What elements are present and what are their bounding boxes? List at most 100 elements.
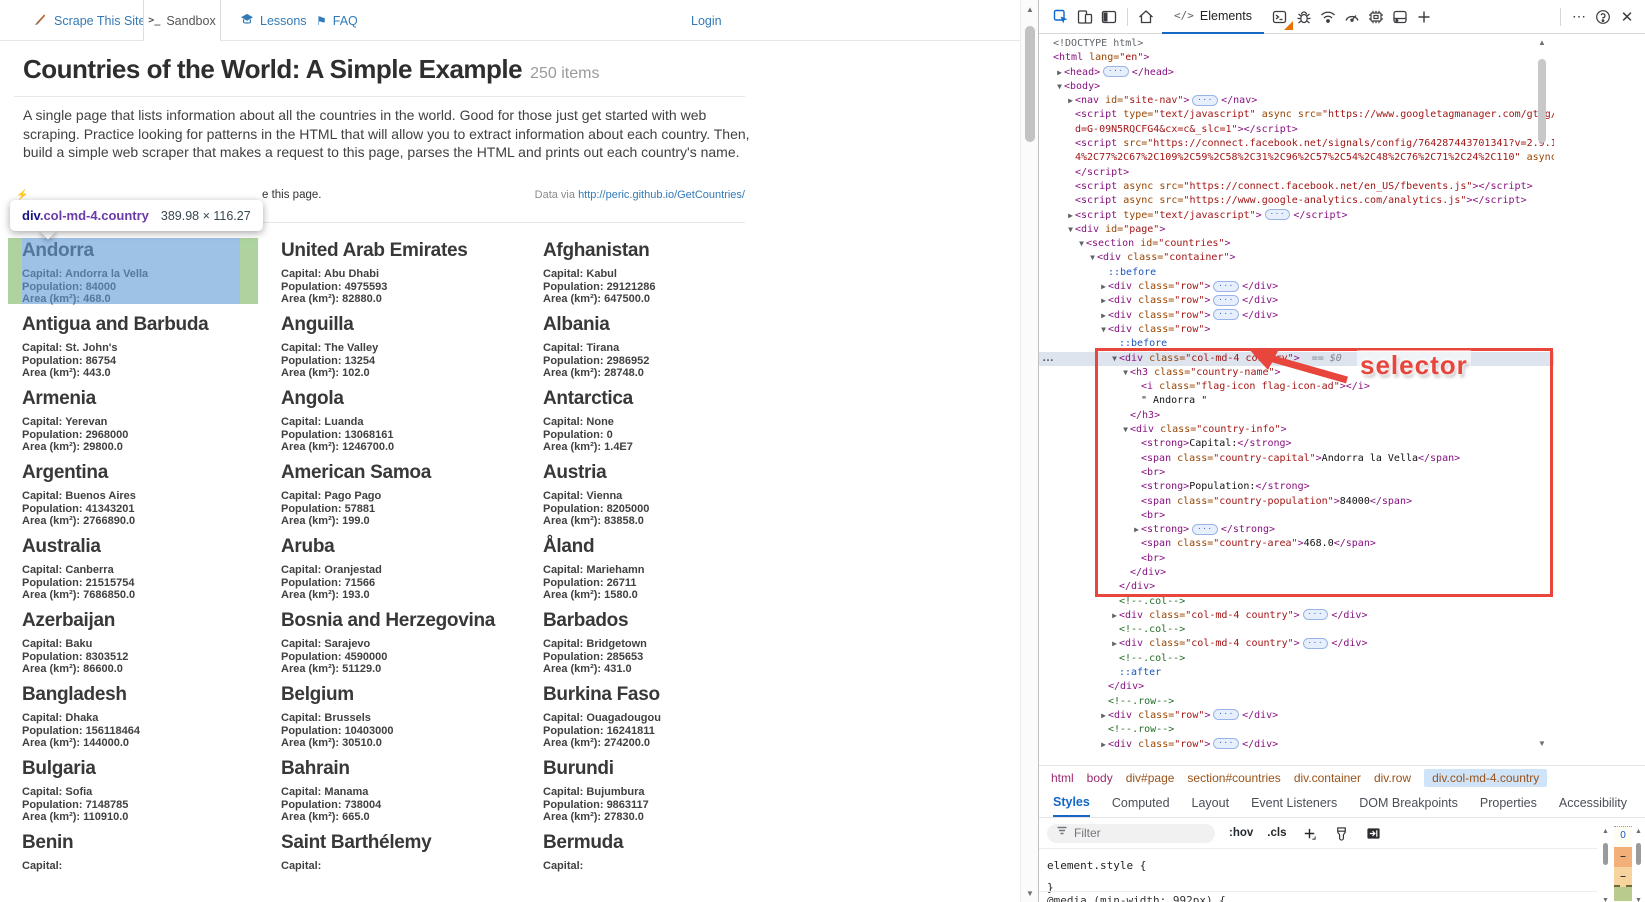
dom-tree-node[interactable]: </h3> [1039,409,1554,423]
scroll-down-icon[interactable]: ▼ [1599,897,1612,902]
breadcrumb-item[interactable]: div.container [1294,771,1361,785]
dom-tree-node[interactable]: ▼<section id="countries"> [1039,237,1554,251]
dom-tree-node[interactable]: <!--.col--> [1039,595,1554,609]
dom-tree-node[interactable]: ▶<div class="row">···</div> [1039,309,1554,323]
scrollbar-thumb[interactable] [1025,26,1035,142]
dom-tree-node[interactable]: </div> [1039,580,1554,594]
breadcrumb-item[interactable]: div.row [1374,771,1411,785]
scroll-down-icon[interactable]: ▼ [1633,897,1644,902]
dom-tree-node[interactable]: " Andorra " [1039,394,1554,408]
dom-tree-node[interactable]: <strong>Population:</strong> [1039,480,1554,494]
add-tab-icon[interactable] [1412,5,1436,29]
scrollbar-thumb[interactable] [1636,843,1641,865]
data-source-link[interactable]: http://peric.github.io/GetCountries/ [578,189,745,201]
dom-tree-node[interactable]: ▶<div class="col-md-4 country">···</div> [1039,609,1554,623]
dom-tree-node[interactable]: <span class="country-population">84000</… [1039,495,1554,509]
scroll-up-icon[interactable]: ▲ [1599,828,1612,835]
page-scrollbar[interactable]: ▲ ▼ [1020,0,1038,902]
new-style-rule-icon[interactable] [1300,824,1318,842]
scroll-down-icon[interactable]: ▼ [1021,889,1039,898]
panel-tab[interactable]: DOM Breakpoints [1359,789,1458,817]
scroll-up-icon[interactable]: ▲ [1535,38,1549,47]
dom-tree-node[interactable]: ::before [1039,337,1554,351]
dom-tree-node[interactable]: ::before [1039,266,1554,280]
element-style-rule[interactable]: element.style { [1047,855,1597,877]
dom-tree-node[interactable]: ▶<div class="row">···</div> [1039,294,1554,308]
dom-tree-node[interactable]: <span class="country-capital">Andorra la… [1039,452,1554,466]
dock-layout-icon[interactable] [1097,5,1121,29]
dom-tree-node[interactable]: <br> [1039,552,1554,566]
dom-tree-node[interactable]: <script type="text/javascript" async src… [1039,108,1554,122]
dom-tree-node[interactable]: ▶<div class="col-md-4 country">···</div> [1039,637,1554,651]
dom-tree-node[interactable]: <i class="flag-icon flag-icon-ad"></i> [1039,380,1554,394]
dom-tree-node[interactable]: d=G-09N5RQCFG4&cx=c&_slc=1"></script> [1039,123,1554,137]
styles-scrollbar[interactable]: ▲ ▼ [1599,826,1612,902]
more-options-icon[interactable]: ⋯ [1567,5,1591,29]
panel-tab[interactable]: Styles [1053,789,1090,817]
dom-tree-node[interactable]: <!--.row--> [1039,695,1554,709]
dom-tree-node[interactable]: 4%2C77%2C67%2C109%2C59%2C58%2C31%2C96%2C… [1039,151,1554,165]
scroll-up-icon[interactable]: ▲ [1633,828,1644,835]
scrollbar-thumb[interactable] [1538,59,1546,143]
dom-tree-node[interactable]: <!--.col--> [1039,623,1554,637]
breadcrumb-item[interactable]: html [1051,771,1074,785]
dom-tree-node[interactable]: ▼<div class="col-md-4 country"> == $0 [1039,352,1554,366]
dom-tree-node[interactable]: ▶<script type="text/javascript">···</scr… [1039,209,1554,223]
scroll-down-icon[interactable]: ▼ [1535,739,1549,748]
panel-tab[interactable]: Event Listeners [1251,789,1337,817]
node-menu-dots-icon[interactable] [1042,350,1055,364]
devtools-scrollbar[interactable]: ▲ ▼ [1633,826,1644,902]
nav-link-login[interactable]: Login [691,0,722,41]
panel-tab[interactable]: Accessibility [1559,789,1627,817]
dom-tree-node[interactable]: <br> [1039,466,1554,480]
dom-tree-node[interactable]: ▼<div class="container"> [1039,251,1554,265]
dom-tree-node[interactable]: <html lang="en"> [1039,51,1554,65]
dom-tree-node[interactable]: <span class="country-area">468.0</span> [1039,537,1554,551]
dom-tree-node[interactable]: ▶<strong>···</strong> [1039,523,1554,537]
dom-tree-node[interactable]: </script> [1039,166,1554,180]
breadcrumb-item[interactable]: body [1087,771,1113,785]
help-icon[interactable] [1591,5,1615,29]
dom-tree-node[interactable]: ▶<head>···</head> [1039,66,1554,80]
application-storage-icon[interactable] [1388,5,1412,29]
nav-link-lessons[interactable]: Lessons [240,0,307,41]
dom-tree-node[interactable]: ▼<div class="country-info"> [1039,423,1554,437]
welcome-home-icon[interactable] [1134,5,1158,29]
dom-tree-scrollbar[interactable]: ▲ ▼ [1535,35,1549,751]
tab-elements[interactable]: </> Elements [1162,0,1264,34]
toggle-classes-button[interactable]: .cls [1267,827,1286,839]
inspect-element-icon[interactable] [1049,5,1073,29]
styles-filter-input[interactable]: Filter [1047,824,1215,843]
network-wifi-icon[interactable] [1316,5,1340,29]
nav-tab-sandbox[interactable]: >_ Sandbox [143,0,221,41]
console-icon[interactable] [1268,5,1292,29]
memory-chip-icon[interactable] [1364,5,1388,29]
breadcrumb-item[interactable]: section#countries [1187,771,1280,785]
performance-gauge-icon[interactable] [1340,5,1364,29]
panel-tab[interactable]: Properties [1480,789,1537,817]
breadcrumb-item[interactable]: div.col-md-4.country [1424,769,1547,787]
rendering-brush-icon[interactable] [1332,824,1350,842]
scroll-up-icon[interactable]: ▲ [1021,5,1039,14]
debugger-bug-icon[interactable] [1292,5,1316,29]
dom-tree-node[interactable]: <script async src="https://connect.faceb… [1039,180,1554,194]
dom-tree-node[interactable]: <strong>Capital:</strong> [1039,437,1554,451]
breadcrumb-item[interactable]: div#page [1126,771,1175,785]
show-computed-sidebar-icon[interactable] [1364,824,1382,842]
dom-tree-node[interactable]: </div> [1039,566,1554,580]
dom-tree-node[interactable]: ▶<div class="row">···</div> [1039,280,1554,294]
panel-tab[interactable]: Computed [1112,789,1170,817]
panel-tab[interactable]: Layout [1192,789,1230,817]
dom-tree-node[interactable]: ▼<div class="row"> [1039,323,1554,337]
dom-tree-node[interactable]: </div> [1039,680,1554,694]
nav-link-faq[interactable]: ⚑ FAQ [316,0,358,41]
dom-tree-node[interactable]: ▶<div class="row">···</div> [1039,738,1554,751]
dom-tree-node[interactable]: ::after [1039,666,1554,680]
dom-tree-node[interactable]: ▼<div id="page"> [1039,223,1554,237]
close-icon[interactable]: ✕ [1615,5,1639,29]
dom-tree-node[interactable]: ▼<body> [1039,80,1554,94]
device-emulation-icon[interactable] [1073,5,1097,29]
dom-tree-node[interactable]: ▼<h3 class="country-name"> [1039,366,1554,380]
dom-tree-node[interactable]: <!DOCTYPE html> [1039,37,1554,51]
dom-tree-node[interactable]: <!--.col--> [1039,652,1554,666]
